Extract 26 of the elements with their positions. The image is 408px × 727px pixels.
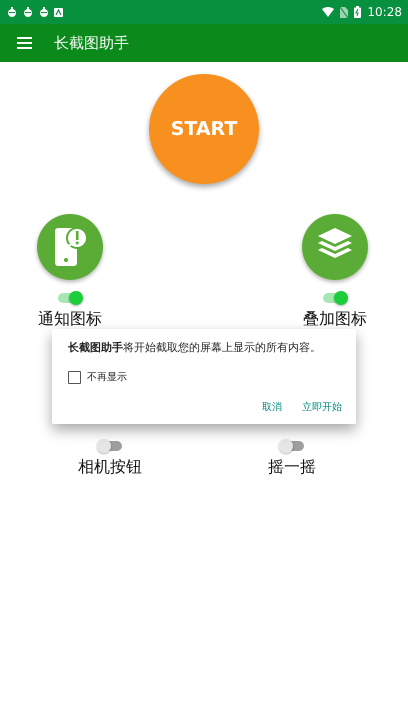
wifi-icon xyxy=(322,7,334,17)
battery-icon xyxy=(354,6,362,18)
dialog-message: 长截图助手将开始截取您的屏幕上显示的所有内容。 xyxy=(68,340,322,355)
feature-label: 摇一摇 xyxy=(268,457,316,478)
toggle-switch[interactable] xyxy=(279,438,305,454)
bug-icon xyxy=(22,6,34,18)
no-sim-icon xyxy=(340,6,348,18)
dialog-button[interactable]: 取消 xyxy=(262,398,282,416)
checkbox-label[interactable]: 不再显示 xyxy=(87,370,127,384)
bug-icon xyxy=(38,6,50,18)
toggle-switch[interactable] xyxy=(57,290,83,306)
bug-icon xyxy=(6,6,18,18)
feature-label: 通知图标 xyxy=(38,309,102,330)
feature-label: 叠加图标 xyxy=(303,309,367,330)
toggle-switch[interactable] xyxy=(322,290,348,306)
layers-icon xyxy=(302,214,368,280)
checkbox[interactable] xyxy=(68,370,81,384)
toggle-switch[interactable] xyxy=(97,438,123,454)
app-notification-icon xyxy=(54,8,63,16)
start-button[interactable]: START xyxy=(149,74,259,184)
app-title: 长截图助手 xyxy=(54,34,129,52)
menu-icon[interactable] xyxy=(17,37,32,49)
status-time: 10:28 xyxy=(367,5,402,19)
phone-alert-icon xyxy=(37,214,103,280)
dialog-button[interactable]: 立即开始 xyxy=(302,398,342,416)
feature-label: 相机按钮 xyxy=(78,457,142,478)
